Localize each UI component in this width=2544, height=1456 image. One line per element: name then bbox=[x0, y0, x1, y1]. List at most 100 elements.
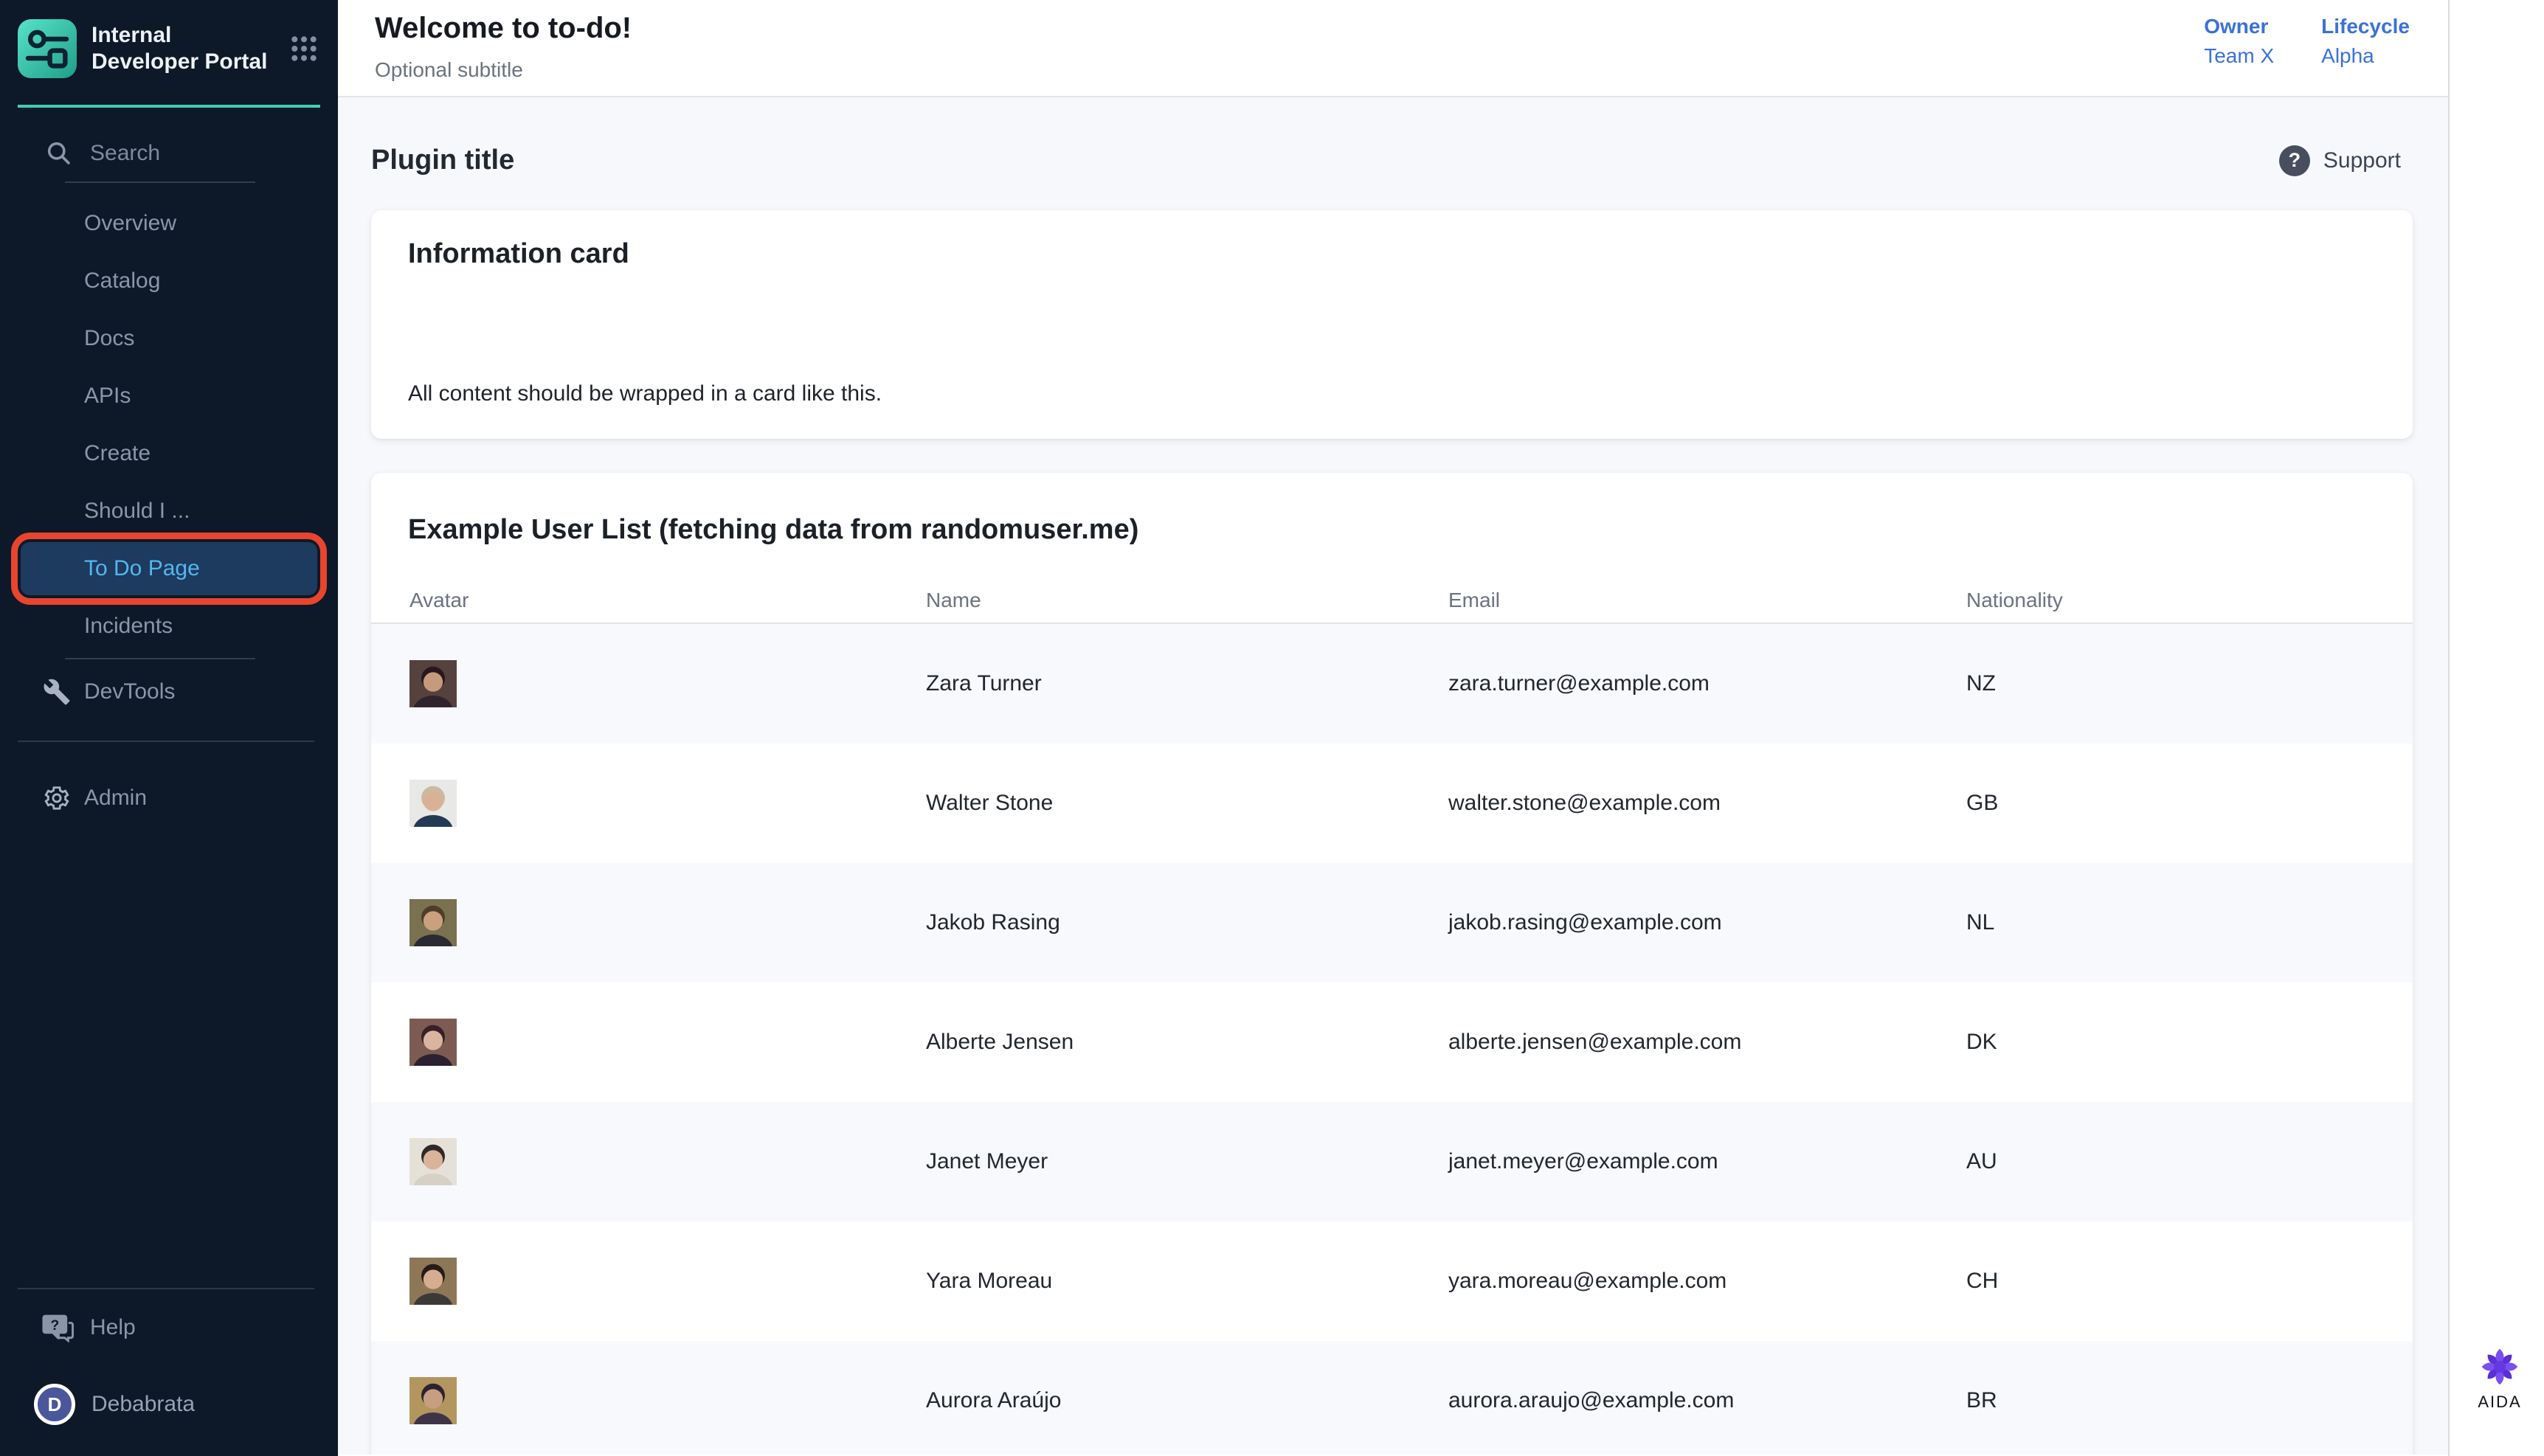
user-list-title: Example User List (fetching data from ra… bbox=[371, 473, 2413, 546]
user-name: Walter Stone bbox=[926, 791, 1448, 816]
sidebar-item-incidents[interactable]: Incidents bbox=[0, 597, 338, 655]
user-name-label: Debabrata bbox=[91, 1392, 195, 1417]
user-nationality: DK bbox=[1966, 1030, 2374, 1055]
page-content: Plugin title ? Support Information card … bbox=[338, 97, 2448, 1455]
sidebar-search[interactable]: Search bbox=[0, 133, 338, 174]
table-row: Alberte Jensen alberte.jensen@example.co… bbox=[371, 982, 2413, 1102]
sidebar-divider bbox=[65, 658, 255, 659]
user-nationality: NL bbox=[1966, 910, 2374, 935]
app-logo-icon bbox=[18, 19, 77, 78]
sidebar: Internal Developer Portal Search Overvie… bbox=[0, 0, 338, 1456]
table-row: Jakob Rasing jakob.rasing@example.com NL bbox=[371, 863, 2413, 982]
row-avatar bbox=[409, 1377, 926, 1424]
aida-badge[interactable]: AIDA bbox=[2464, 1347, 2535, 1412]
support-button[interactable]: ? Support bbox=[2279, 145, 2401, 176]
row-avatar bbox=[409, 899, 926, 946]
table-row: Janet Meyer janet.meyer@example.com AU bbox=[371, 1102, 2413, 1221]
page-right-gutter bbox=[2448, 0, 2544, 1456]
gear-icon bbox=[43, 784, 71, 812]
user-name: Zara Turner bbox=[926, 671, 1448, 696]
user-email: aurora.araujo@example.com bbox=[1448, 1388, 1966, 1413]
sidebar-nav: Overview Catalog Docs APIs Create Should… bbox=[0, 195, 338, 655]
information-card-body: All content should be wrapped in a card … bbox=[408, 381, 2376, 411]
plugin-title-row: Plugin title ? Support bbox=[371, 97, 2413, 176]
sidebar-user[interactable]: D Debabrata bbox=[0, 1375, 338, 1434]
user-nationality: NZ bbox=[1966, 671, 2374, 696]
admin-label: Admin bbox=[84, 786, 147, 811]
devtools-label: DevTools bbox=[84, 679, 175, 704]
table-row: Aurora Araújo aurora.araujo@example.com … bbox=[371, 1341, 2413, 1455]
user-nationality: CH bbox=[1966, 1269, 2374, 1294]
row-avatar bbox=[409, 1258, 926, 1305]
sidebar-item-docs[interactable]: Docs bbox=[0, 310, 338, 367]
user-email: zara.turner@example.com bbox=[1448, 671, 1966, 696]
lifecycle-label[interactable]: Lifecycle bbox=[2321, 15, 2410, 38]
page-subtitle: Optional subtitle bbox=[375, 58, 2448, 82]
user-nationality: BR bbox=[1966, 1388, 2374, 1413]
app-window: Internal Developer Portal Search Overvie… bbox=[0, 0, 2544, 1456]
wrench-icon bbox=[43, 678, 71, 706]
table-header-row: Avatar Name Email Nationality bbox=[371, 578, 2413, 624]
search-label: Search bbox=[90, 141, 160, 166]
user-email: janet.meyer@example.com bbox=[1448, 1149, 1966, 1174]
sidebar-item-to-do-page[interactable]: To Do Page bbox=[21, 542, 317, 595]
table-row: Zara Turner zara.turner@example.com NZ bbox=[371, 624, 2413, 743]
meta-owner: Owner Team X bbox=[2204, 15, 2274, 68]
header-meta: Owner Team X Lifecycle Alpha bbox=[2204, 15, 2410, 68]
user-name: Yara Moreau bbox=[926, 1269, 1448, 1294]
plugin-title: Plugin title bbox=[371, 145, 514, 176]
user-name: Aurora Araújo bbox=[926, 1388, 1448, 1413]
aida-flower-icon bbox=[2480, 1347, 2520, 1387]
sidebar-item-help[interactable]: ? Help bbox=[0, 1298, 338, 1357]
sidebar-item-catalog[interactable]: Catalog bbox=[0, 252, 338, 310]
information-card: Information card All content should be w… bbox=[371, 210, 2413, 439]
sidebar-item-create[interactable]: Create bbox=[0, 425, 338, 482]
aida-label: AIDA bbox=[2478, 1393, 2521, 1412]
sidebar-item-devtools[interactable]: DevTools bbox=[0, 664, 338, 720]
column-header-nationality: Nationality bbox=[1966, 589, 2374, 612]
column-header-name: Name bbox=[926, 589, 1448, 612]
row-avatar bbox=[409, 780, 926, 827]
sidebar-item-should-i[interactable]: Should I ... bbox=[0, 482, 338, 540]
sidebar-item-apis[interactable]: APIs bbox=[0, 367, 338, 425]
question-icon: ? bbox=[2279, 145, 2310, 176]
sidebar-divider bbox=[18, 1288, 314, 1289]
table-body: Zara Turner zara.turner@example.com NZ W… bbox=[371, 624, 2413, 1455]
sidebar-item-admin[interactable]: Admin bbox=[0, 770, 338, 826]
page-header: Welcome to to-do! Optional subtitle Owne… bbox=[338, 0, 2448, 97]
user-email: walter.stone@example.com bbox=[1448, 791, 1966, 816]
page-title: Welcome to to-do! bbox=[375, 12, 2448, 45]
owner-value[interactable]: Team X bbox=[2204, 44, 2274, 68]
column-header-email: Email bbox=[1448, 589, 1966, 612]
user-nationality: GB bbox=[1966, 791, 2374, 816]
sidebar-accent-rule bbox=[18, 105, 320, 108]
owner-label[interactable]: Owner bbox=[2204, 15, 2274, 38]
row-avatar bbox=[409, 1138, 926, 1185]
user-nationality: AU bbox=[1966, 1149, 2374, 1174]
table-row: Walter Stone walter.stone@example.com GB bbox=[371, 743, 2413, 863]
search-icon bbox=[46, 140, 72, 167]
user-name: Alberte Jensen bbox=[926, 1030, 1448, 1055]
user-email: alberte.jensen@example.com bbox=[1448, 1030, 1966, 1055]
sidebar-divider bbox=[65, 181, 255, 183]
meta-lifecycle: Lifecycle Alpha bbox=[2321, 15, 2410, 68]
help-label: Help bbox=[90, 1315, 136, 1340]
user-email: yara.moreau@example.com bbox=[1448, 1269, 1966, 1294]
user-email: jakob.rasing@example.com bbox=[1448, 910, 1966, 935]
user-avatar: D bbox=[34, 1384, 75, 1425]
column-header-avatar: Avatar bbox=[409, 589, 926, 612]
user-list-card: Example User List (fetching data from ra… bbox=[371, 473, 2413, 1455]
apps-grid-icon[interactable] bbox=[289, 34, 319, 63]
support-label: Support bbox=[2323, 148, 2401, 173]
sidebar-spacer bbox=[0, 826, 338, 1288]
sidebar-divider bbox=[18, 741, 314, 742]
table-row: Yara Moreau yara.moreau@example.com CH bbox=[371, 1221, 2413, 1341]
lifecycle-value[interactable]: Alpha bbox=[2321, 44, 2410, 68]
information-card-title: Information card bbox=[408, 238, 2376, 270]
row-avatar bbox=[409, 660, 926, 707]
sidebar-item-overview[interactable]: Overview bbox=[0, 195, 338, 252]
svg-text:?: ? bbox=[50, 1318, 59, 1334]
user-name: Jakob Rasing bbox=[926, 910, 1448, 935]
user-name: Janet Meyer bbox=[926, 1149, 1448, 1174]
main-area: Welcome to to-do! Optional subtitle Owne… bbox=[338, 0, 2448, 1456]
